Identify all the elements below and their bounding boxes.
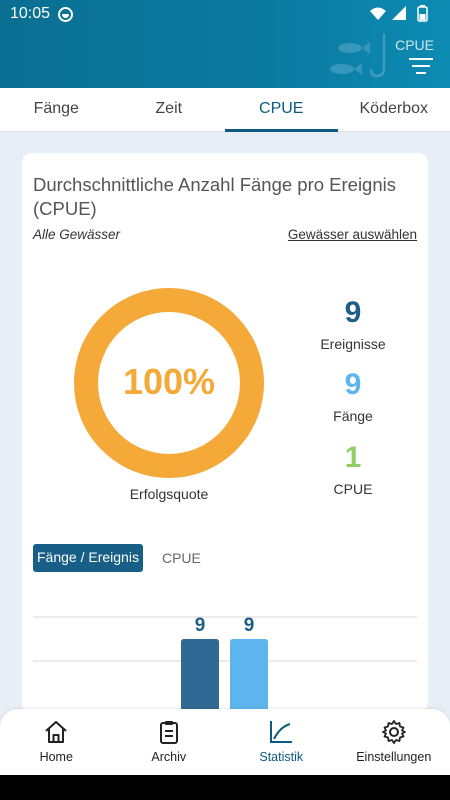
tab-cpue[interactable]: CPUE <box>225 88 338 132</box>
stat-cpue-label: CPUE <box>333 481 373 497</box>
battery-icon <box>417 5 428 22</box>
nav-statistik-label: Statistik <box>259 750 304 764</box>
nav-statistik[interactable]: Statistik <box>225 709 338 775</box>
bar-ereignisse <box>181 639 219 713</box>
tab-koederbox[interactable]: Köderbox <box>338 88 450 131</box>
nav-einstellungen[interactable]: Einstellungen <box>338 709 450 775</box>
gear-icon <box>381 720 406 744</box>
tab-zeit[interactable]: Zeit <box>113 88 226 131</box>
nav-home[interactable]: Home <box>0 709 113 775</box>
stat-ereignisse-label: Ereignisse <box>320 336 386 352</box>
fish-hook-logo-icon <box>326 32 396 85</box>
waters-subtitle: Alle Gewässer <box>33 227 121 242</box>
bar-value-label: 9 <box>195 615 206 636</box>
mode-cpue-button[interactable]: CPUE <box>159 544 204 572</box>
bar-fänge <box>230 639 268 713</box>
status-bar: 10:05 <box>0 0 450 28</box>
nav-archiv[interactable]: Archiv <box>113 709 226 775</box>
status-time: 10:05 <box>10 5 51 22</box>
nav-archiv-label: Archiv <box>151 750 187 764</box>
select-waters-link[interactable]: Gewässer auswählen <box>288 227 417 242</box>
home-icon <box>45 721 67 743</box>
stat-cpue: 1 CPUE <box>292 441 414 497</box>
stat-ereignisse: 9 Ereignisse <box>292 296 414 352</box>
bar-chart: 99 <box>33 615 417 713</box>
success-rate-label: Erfolgsquote <box>129 486 209 502</box>
success-rate-value: 100% <box>122 361 216 402</box>
mode-faenge-ereignis-button[interactable]: Fänge / Ereignis <box>33 544 143 572</box>
stat-ereignisse-value: 9 <box>344 296 362 329</box>
status-icons <box>368 5 440 28</box>
notification-icon <box>58 7 73 22</box>
cpue-card: Durchschnittliche Anzahl Fänge pro Ereig… <box>22 153 428 713</box>
filter-menu-icon[interactable] <box>408 58 434 76</box>
stat-cpue-value: 1 <box>344 441 362 474</box>
stat-faenge-value: 9 <box>344 368 362 401</box>
bar-value-label: 9 <box>244 615 255 636</box>
app-header: 10:05 CPUE <box>0 0 450 88</box>
chart-mode-toggle: Fänge / Ereignis CPUE <box>33 544 204 572</box>
tab-bar: Fänge Zeit CPUE Köderbox <box>0 88 450 132</box>
stat-faenge-label: Fänge <box>333 408 373 424</box>
card-title: Durchschnittliche Anzahl Fänge pro Ereig… <box>33 174 396 219</box>
stat-faenge: 9 Fänge <box>292 368 414 424</box>
signal-icon <box>392 6 406 20</box>
system-gesture-bar <box>0 775 450 800</box>
tab-faenge[interactable]: Fänge <box>0 88 113 131</box>
chart-icon <box>270 721 293 743</box>
nav-home-label: Home <box>39 750 73 764</box>
header-label: CPUE <box>395 37 434 53</box>
wifi-icon <box>370 7 386 20</box>
clipboard-icon <box>159 721 178 744</box>
nav-einstellungen-label: Einstellungen <box>356 750 432 764</box>
bottom-navigation: Home Archiv Statistik Einstellungen <box>0 709 450 775</box>
